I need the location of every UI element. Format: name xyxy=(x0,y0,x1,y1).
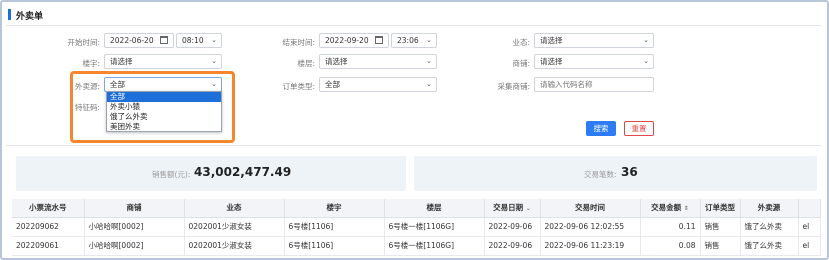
table-row[interactable]: 202209062 小哈哈啊[0002] 0202001少淑女装 6号楼[110… xyxy=(12,217,821,237)
search-button[interactable]: 搜索 xyxy=(586,121,616,136)
col-header-amount[interactable]: 交易金额 ⇕ xyxy=(640,199,701,218)
chevron-down-icon: ⌄ xyxy=(426,36,432,44)
calendar-icon xyxy=(375,36,383,44)
calendar-icon xyxy=(160,36,168,44)
cell-ticket: 202209061 xyxy=(12,236,85,256)
col-header-ticket[interactable]: 小票流水号 xyxy=(12,199,85,218)
chevron-down-icon: ⌄ xyxy=(643,36,649,44)
col-header-business[interactable]: 业态 xyxy=(184,199,285,218)
table-header-row: 小票流水号 商铺 业态 楼宇 楼层 交易日期 ⌄ 交易时间 交易金额 ⇕ 订单类… xyxy=(12,199,821,218)
chevron-down-icon: ⌄ xyxy=(426,57,432,65)
dropdown-option-all[interactable]: 全部 xyxy=(107,92,221,102)
source-dropdown-menu[interactable]: 全部 外卖小猿 饿了么外卖 美团外卖 xyxy=(106,91,222,132)
cell-building: 6号楼[1106] xyxy=(284,217,385,237)
shop-value: 请选择 xyxy=(540,57,563,66)
end-hour-select[interactable]: 23:06 ⌄ xyxy=(391,33,437,48)
start-time-label: 开始时间: xyxy=(67,38,100,47)
end-hour-value: 23:06 xyxy=(397,36,419,45)
floor-select[interactable]: 请选择 ⌄ xyxy=(319,54,437,69)
sales-value: 43,002,477.49 xyxy=(194,165,292,179)
table-row[interactable]: 202209061 小哈哈啊[0002] 0202001少淑女装 6号楼[110… xyxy=(12,236,821,256)
end-date-picker[interactable]: 2022-09-20 xyxy=(319,33,389,48)
dropdown-option-eleme[interactable]: 饿了么外卖 xyxy=(107,112,221,122)
page-header: 外卖单 xyxy=(6,6,821,24)
col-header-date-label: 交易日期 xyxy=(493,203,524,213)
count-stat-card: 交易笔数: 36 xyxy=(414,156,817,191)
orders-table: 小票流水号 商铺 业态 楼宇 楼层 交易日期 ⌄ 交易时间 交易金额 ⇕ 订单类… xyxy=(12,199,821,256)
order-type-label: 订单类型: xyxy=(282,82,315,91)
end-date-value: 2022-09-20 xyxy=(325,36,369,45)
collect-shop-input[interactable] xyxy=(534,77,654,92)
col-header-shop[interactable]: 商铺 xyxy=(84,199,185,218)
cell-order-type: 销售 xyxy=(700,217,741,237)
cell-shop: 小哈哈啊[0002] xyxy=(84,236,185,256)
cell-floor: 6号楼一楼[1106G] xyxy=(384,236,485,256)
sales-stat-card: 销售额(元): 43,002,477.49 xyxy=(16,156,406,191)
cell-date: 2022-09-06 xyxy=(484,217,541,237)
chevron-down-icon: ⌄ xyxy=(525,205,531,213)
cell-amount: 0.11 xyxy=(640,217,701,237)
col-header-floor[interactable]: 楼层 xyxy=(384,199,485,218)
cell-time: 2022-09-06 12:02:55 xyxy=(540,217,641,237)
end-time-label: 结束时间: xyxy=(282,38,315,47)
reset-button[interactable]: 重置 xyxy=(624,121,654,136)
start-hour-value: 08:10 xyxy=(182,36,204,45)
building-label: 楼宇: xyxy=(82,59,100,68)
building-value: 请选择 xyxy=(110,57,133,66)
cell-time: 2022-09-06 11:23:19 xyxy=(540,236,641,256)
cell-amount: 0.08 xyxy=(640,236,701,256)
floor-value: 请选择 xyxy=(325,57,348,66)
sales-label: 销售额(元): xyxy=(152,170,191,179)
sort-icon: ⇕ xyxy=(683,205,689,213)
chevron-down-icon: ⌄ xyxy=(211,57,217,65)
col-header-date[interactable]: 交易日期 ⌄ xyxy=(484,199,541,218)
col-header-order-type[interactable]: 订单类型 xyxy=(700,199,741,218)
col-header-amount-label: 交易金额 xyxy=(651,203,682,213)
cell-extra: el xyxy=(798,217,821,237)
start-date-picker[interactable]: 2022-06-20 xyxy=(104,33,174,48)
shop-label: 商铺: xyxy=(512,59,530,68)
col-header-building[interactable]: 楼宇 xyxy=(284,199,385,218)
business-value: 请选择 xyxy=(540,36,563,45)
col-header-time[interactable]: 交易时间 xyxy=(540,199,641,218)
order-type-select[interactable]: 全部 ⌄ xyxy=(319,77,437,92)
start-hour-select[interactable]: 08:10 ⌄ xyxy=(176,33,222,48)
cell-extra: el xyxy=(798,236,821,256)
cell-order-type: 销售 xyxy=(700,236,741,256)
cell-date: 2022-09-06 xyxy=(484,236,541,256)
start-date-value: 2022-06-20 xyxy=(110,36,154,45)
dropdown-option-meituan[interactable]: 美团外卖 xyxy=(107,122,221,132)
cell-ticket: 202209062 xyxy=(12,217,85,237)
business-label: 业态: xyxy=(512,38,530,47)
title-accent-bar xyxy=(8,9,11,20)
chevron-down-icon: ⌄ xyxy=(426,80,432,88)
count-label: 交易笔数: xyxy=(584,170,617,179)
cell-source: 饿了么外卖 xyxy=(740,236,799,256)
shop-select[interactable]: 请选择 ⌄ xyxy=(534,54,654,69)
count-value: 36 xyxy=(621,165,638,179)
chevron-down-icon: ⌄ xyxy=(211,36,217,44)
cell-shop: 小哈哈啊[0002] xyxy=(84,217,185,237)
cell-floor: 6号楼一楼[1106G] xyxy=(384,217,485,237)
collect-shop-label: 采集商铺: xyxy=(497,82,530,91)
header-divider xyxy=(6,25,821,26)
cell-business: 0202001少淑女装 xyxy=(184,236,285,256)
floor-label: 楼层: xyxy=(297,59,315,68)
col-header-extra xyxy=(798,199,821,218)
dropdown-option-xiaoyuan[interactable]: 外卖小猿 xyxy=(107,102,221,112)
cell-business: 0202001少淑女装 xyxy=(184,217,285,237)
page-title: 外卖单 xyxy=(16,12,44,22)
order-type-value: 全部 xyxy=(325,80,340,89)
cell-building: 6号楼[1106] xyxy=(284,236,385,256)
chevron-down-icon: ⌄ xyxy=(643,57,649,65)
business-select[interactable]: 请选择 ⌄ xyxy=(534,33,654,48)
col-header-source[interactable]: 外卖源 xyxy=(740,199,799,218)
cell-source: 饿了么外卖 xyxy=(740,217,799,237)
building-select[interactable]: 请选择 ⌄ xyxy=(104,54,222,69)
